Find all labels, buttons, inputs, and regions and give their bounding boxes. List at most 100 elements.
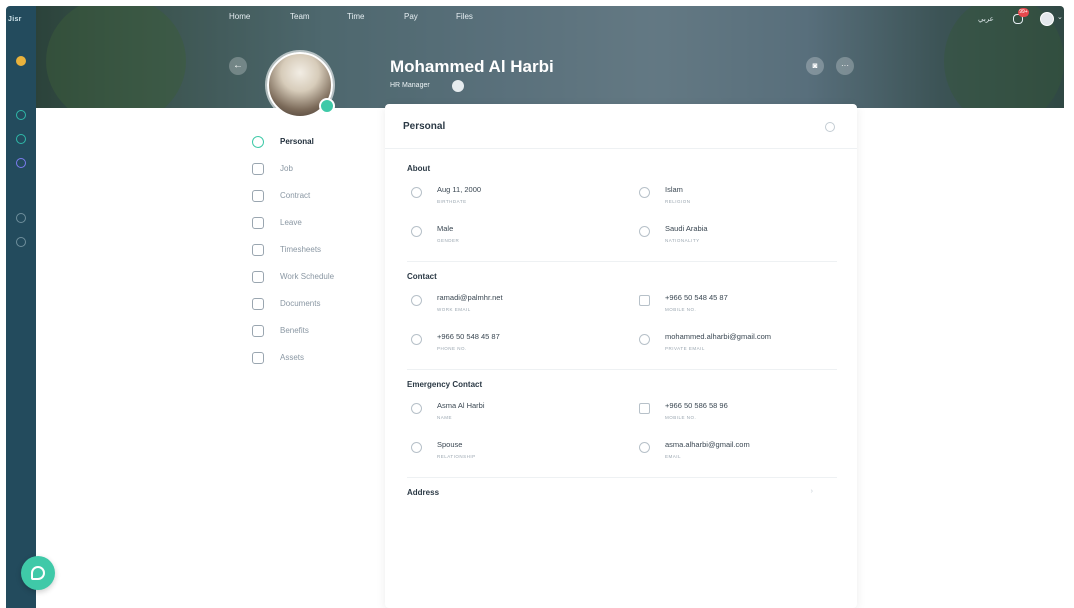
field-relationship: Spouse Relationship bbox=[407, 440, 635, 459]
person-icon bbox=[252, 135, 264, 148]
field-label: Work email bbox=[437, 307, 471, 312]
field-label: Private email bbox=[665, 346, 705, 351]
schedule-icon bbox=[252, 270, 264, 283]
mobile-icon bbox=[639, 403, 650, 414]
at-icon bbox=[411, 295, 422, 306]
nav-pay[interactable]: Pay bbox=[404, 12, 418, 21]
gender-icon bbox=[411, 226, 422, 237]
nav-time[interactable]: Time bbox=[347, 12, 364, 21]
field-value: Islam bbox=[665, 185, 683, 194]
chat-bubble-icon bbox=[31, 566, 45, 580]
field-label: Birthdate bbox=[437, 199, 467, 204]
left-rail: Jisr bbox=[6, 6, 36, 608]
rail-settings-icon[interactable] bbox=[16, 213, 26, 223]
religion-icon bbox=[639, 187, 650, 198]
field-text: +966 50 586 58 96 Mobile no. bbox=[665, 401, 728, 420]
side-menu-label: Work Schedule bbox=[280, 272, 335, 281]
field-gender: Male Gender bbox=[407, 224, 635, 243]
field-email: asma.alharbi@gmail.com Email bbox=[635, 440, 835, 459]
field-text: Male Gender bbox=[437, 224, 459, 243]
field-label: Mobile no. bbox=[665, 415, 697, 420]
history-icon[interactable] bbox=[825, 122, 835, 132]
field-label: Nationality bbox=[665, 238, 700, 243]
side-menu-item-work-schedule[interactable]: Work Schedule bbox=[252, 263, 382, 290]
field-text: Aug 11, 2000 Birthdate bbox=[437, 185, 481, 204]
chevron-down-icon[interactable]: ⌄ bbox=[1057, 13, 1063, 21]
field-text: mohammed.alharbi@gmail.com Private email bbox=[665, 332, 771, 351]
back-arrow-icon[interactable]: ← bbox=[229, 57, 247, 75]
field-value: Male bbox=[437, 224, 454, 233]
employee-name: Mohammed Al Harbi bbox=[390, 57, 554, 76]
app-window: Jisr Home Team Time Pay Files عربي 99+ ⌄… bbox=[0, 0, 1074, 608]
field-name: Asma Al Harbi Name bbox=[407, 401, 635, 420]
location-icon bbox=[639, 226, 650, 237]
side-menu-label: Assets bbox=[280, 353, 305, 362]
star-icon bbox=[252, 324, 264, 337]
at-icon bbox=[639, 334, 650, 345]
section-title: Address bbox=[407, 488, 440, 497]
language-switch[interactable]: عربي bbox=[978, 15, 994, 23]
field-phone-no-: +966 50 548 45 87 Phone no. bbox=[407, 332, 635, 351]
side-menu-item-contract[interactable]: Contract bbox=[252, 182, 382, 209]
field-label: Relationship bbox=[437, 454, 476, 459]
camera-button[interactable]: ◙ bbox=[806, 57, 824, 75]
field-private-email: mohammed.alharbi@gmail.com Private email bbox=[635, 332, 835, 351]
cake-icon bbox=[411, 187, 422, 198]
field-birthdate: Aug 11, 2000 Birthdate bbox=[407, 185, 635, 204]
side-menu-item-personal[interactable]: Personal bbox=[252, 128, 382, 155]
side-menu-item-job[interactable]: Job bbox=[252, 155, 382, 182]
person-circle-icon bbox=[411, 403, 422, 414]
user-avatar[interactable] bbox=[1040, 12, 1054, 26]
field-value: ramadi@palmhr.net bbox=[437, 293, 503, 302]
calendar-icon bbox=[252, 243, 264, 256]
section-title: Emergency Contact bbox=[407, 380, 483, 389]
field-text: Saudi Arabia Nationality bbox=[665, 224, 708, 243]
rail-info-icon[interactable] bbox=[16, 158, 26, 168]
side-menu-label: Documents bbox=[280, 299, 321, 308]
field-value: +966 50 586 58 96 bbox=[665, 401, 728, 410]
rail-check-icon[interactable] bbox=[16, 134, 26, 144]
link-icon bbox=[411, 442, 422, 453]
chevron-right-icon[interactable]: › bbox=[811, 488, 813, 497]
field-grid: ramadi@palmhr.net Work email +966 50 548 4… bbox=[407, 293, 837, 351]
field-label: Religion bbox=[665, 199, 691, 204]
chat-button[interactable] bbox=[21, 556, 55, 590]
field-value: Asma Al Harbi bbox=[437, 401, 485, 410]
app-logo[interactable]: Jisr bbox=[8, 16, 22, 23]
field-label: Gender bbox=[437, 238, 460, 243]
field-work-email: ramadi@palmhr.net Work email bbox=[407, 293, 635, 312]
side-menu-item-benefits[interactable]: Benefits bbox=[252, 317, 382, 344]
field-nationality: Saudi Arabia Nationality bbox=[635, 224, 835, 243]
divider bbox=[385, 148, 857, 149]
section-title: Contact bbox=[407, 272, 437, 281]
side-menu-label: Contract bbox=[280, 191, 311, 200]
side-menu-label: Job bbox=[280, 164, 293, 173]
rail-reports-icon[interactable] bbox=[16, 237, 26, 247]
side-menu-label: Timesheets bbox=[280, 245, 322, 254]
field-label: Name bbox=[437, 415, 453, 420]
field-text: +966 50 548 45 87 Phone no. bbox=[437, 332, 500, 351]
role-info-icon[interactable] bbox=[452, 80, 464, 92]
side-menu-item-assets[interactable]: Assets bbox=[252, 344, 382, 371]
field-value: +966 50 548 45 87 bbox=[665, 293, 728, 302]
camera-icon[interactable] bbox=[319, 98, 335, 114]
field-text: Spouse Relationship bbox=[437, 440, 476, 459]
more-options-button[interactable]: ··· bbox=[836, 57, 854, 75]
rail-dashboard-icon[interactable] bbox=[16, 110, 26, 120]
side-menu-item-timesheets[interactable]: Timesheets bbox=[252, 236, 382, 263]
field-text: Asma Al Harbi Name bbox=[437, 401, 485, 420]
section-address[interactable]: Address › bbox=[407, 478, 837, 497]
personal-card: Personal About Aug 11, 2000 Birthdate Islam… bbox=[385, 104, 857, 608]
nav-home[interactable]: Home bbox=[229, 12, 250, 21]
document-icon bbox=[252, 297, 264, 310]
side-menu-item-leave[interactable]: Leave bbox=[252, 209, 382, 236]
side-menu-item-documents[interactable]: Documents bbox=[252, 290, 382, 317]
field-text: Islam Religion bbox=[665, 185, 691, 204]
field-label: Mobile no. bbox=[665, 307, 697, 312]
details-sections: About Aug 11, 2000 Birthdate Islam Religion M… bbox=[407, 154, 837, 497]
side-menu-label: Leave bbox=[280, 218, 302, 227]
company-switch-icon[interactable] bbox=[16, 56, 26, 66]
contract-icon bbox=[252, 189, 264, 202]
nav-team[interactable]: Team bbox=[290, 12, 310, 21]
nav-files[interactable]: Files bbox=[456, 12, 473, 21]
